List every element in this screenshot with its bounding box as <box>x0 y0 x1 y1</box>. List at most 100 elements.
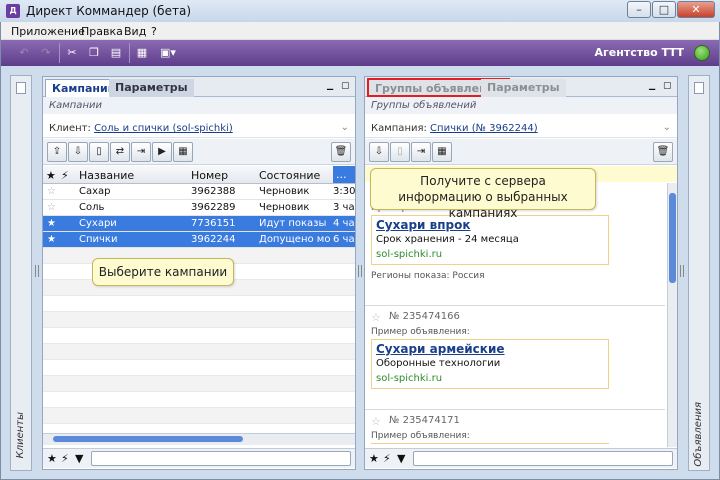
ads-side-panel[interactable]: Объявления <box>688 75 710 471</box>
menu-application[interactable]: Приложение <box>11 25 85 38</box>
empty-row <box>43 296 355 312</box>
flash-filter-icon[interactable]: ⚡ <box>61 452 69 465</box>
ad-title[interactable]: Сухари армейские <box>376 342 505 356</box>
campaigns-tab-strip: Кампании Параметры ▁ ▢ <box>43 77 355 97</box>
play-icon[interactable]: ▶ <box>152 142 172 162</box>
connection-status-icon[interactable] <box>694 45 710 61</box>
vertical-scrollbar[interactable] <box>667 183 677 447</box>
scroll-thumb[interactable] <box>669 193 676 283</box>
undo-icon[interactable]: ↶ <box>15 44 33 62</box>
new-document-icon[interactable]: ▯ <box>390 142 410 162</box>
empty-row <box>43 408 355 424</box>
campaign-name: Соль <box>79 202 105 213</box>
fetch-info-callout: Получите с сервера информацию о выбранны… <box>370 168 596 220</box>
maximize-button[interactable]: □ <box>652 1 676 18</box>
splitter-handle[interactable] <box>680 265 684 277</box>
campaign-time: 6 час <box>333 234 355 245</box>
campaign-name: Спички <box>79 234 118 245</box>
table-row[interactable]: ★ Сухари 7736151 Идут показы 4 час <box>43 216 355 232</box>
splitter-handle[interactable] <box>358 265 362 277</box>
filter-icon[interactable]: ▼ <box>75 452 83 465</box>
tab-group-parameters[interactable]: Параметры <box>481 79 566 97</box>
column-state[interactable]: Состояние <box>259 169 320 182</box>
pin-icon[interactable] <box>694 82 704 94</box>
download-icon[interactable]: ⇩ <box>68 142 88 162</box>
view-icon[interactable]: ▣▾ <box>155 44 181 62</box>
delete-icon[interactable]: 🗑 <box>653 142 673 162</box>
new-document-icon[interactable]: ▯ <box>89 142 109 162</box>
campaign-number: 3962244 <box>191 234 236 245</box>
client-link[interactable]: Соль и спички (sol-spichki) <box>94 123 233 134</box>
table-icon[interactable]: ▦ <box>133 44 151 62</box>
copy-campaign-icon[interactable]: ⇄ <box>110 142 130 162</box>
table-icon[interactable]: ▦ <box>173 142 193 162</box>
star-icon: ☆ <box>47 186 56 197</box>
table-row[interactable]: ★ Спички 3962244 Допущено моде6 час <box>43 232 355 248</box>
scroll-thumb[interactable] <box>53 436 243 442</box>
campaigns-search-input[interactable] <box>91 451 351 466</box>
menu-view[interactable]: Вид <box>124 25 146 38</box>
campaign-link[interactable]: Спички (№ 3962244) <box>430 123 538 134</box>
pin-icon[interactable] <box>16 82 26 94</box>
window-title: Директ Коммандер (бета) <box>26 4 191 18</box>
card-divider <box>365 305 665 306</box>
delete-icon[interactable]: 🗑 <box>331 142 351 162</box>
select-campaigns-callout: Выберите кампании <box>92 258 234 286</box>
copy-icon[interactable]: ❐ <box>85 44 103 62</box>
redo-icon[interactable]: ↷ <box>37 44 55 62</box>
maximize-panel-icon[interactable]: ▢ <box>663 81 673 91</box>
filter-icon[interactable]: ▼ <box>397 452 405 465</box>
download-icon[interactable]: ⇩ <box>369 142 389 162</box>
table-row[interactable]: ☆ Соль 3962289 Черновик 3 час <box>43 200 355 216</box>
column-number[interactable]: Номер <box>191 169 228 182</box>
star-column-icon[interactable]: ★ <box>46 169 56 182</box>
ad-example-label: Пример объявления: <box>371 431 470 441</box>
star-filter-icon[interactable]: ★ <box>47 452 57 465</box>
campaign-state: Идут показы <box>259 218 327 229</box>
empty-row <box>43 376 355 392</box>
expand-icon[interactable]: ⌄ <box>663 122 671 133</box>
menu-help[interactable]: ? <box>151 25 157 38</box>
minimize-panel-icon[interactable]: ▁ <box>327 81 337 91</box>
table-icon[interactable]: ▦ <box>432 142 452 162</box>
horizontal-scrollbar[interactable] <box>43 433 355 445</box>
campaign-state: Черновик <box>259 186 310 197</box>
paste-icon[interactable]: ▤ <box>107 44 125 62</box>
flash-column-icon[interactable]: ⚡ <box>61 169 69 182</box>
campaign-name: Сахар <box>79 186 111 197</box>
maximize-panel-icon[interactable]: ▢ <box>341 81 351 91</box>
campaign-label: Кампания: <box>371 123 427 134</box>
star-icon[interactable]: ☆ <box>371 311 381 324</box>
minimize-panel-icon[interactable]: ▁ <box>649 81 659 91</box>
export-icon[interactable]: ⇥ <box>131 142 151 162</box>
ad-url: sol-spichki.ru <box>376 249 443 260</box>
empty-row <box>43 344 355 360</box>
star-icon[interactable]: ☆ <box>371 415 381 428</box>
close-button[interactable]: ✕ <box>677 1 715 18</box>
campaigns-bottom-bar: ★ ⚡ ▼ <box>43 448 355 468</box>
minimize-button[interactable]: – <box>627 1 651 18</box>
campaign-number: 3962388 <box>191 186 236 197</box>
campaigns-subheader: Кампании <box>43 97 355 114</box>
splitter-handle[interactable] <box>35 265 39 277</box>
column-more[interactable]: ... <box>333 166 355 183</box>
groups-subheader: Группы объявлений <box>365 97 677 114</box>
star-filter-icon[interactable]: ★ <box>369 452 379 465</box>
flash-filter-icon[interactable]: ⚡ <box>383 452 391 465</box>
ad-text: Срок хранения - 24 месяца <box>376 234 519 245</box>
star-icon: ☆ <box>47 202 56 213</box>
column-name[interactable]: Название <box>79 169 134 182</box>
campaign-time: 4 час <box>333 218 355 229</box>
clients-side-panel[interactable]: Клиенты <box>10 75 32 471</box>
menu-edit[interactable]: Правка <box>81 25 123 38</box>
table-row[interactable]: ☆ Сахар 3962388 Черновик 3:30 <box>43 184 355 200</box>
agency-name[interactable]: Агентство ТТТ <box>595 46 684 59</box>
export-icon[interactable]: ⇥ <box>411 142 431 162</box>
upload-icon[interactable]: ⇪ <box>47 142 67 162</box>
ad-number: № 235474171 <box>389 415 460 426</box>
expand-icon[interactable]: ⌄ <box>341 122 349 133</box>
campaign-time: 3 час <box>333 202 355 213</box>
tab-parameters[interactable]: Параметры <box>109 79 194 97</box>
groups-search-input[interactable] <box>413 451 673 466</box>
cut-icon[interactable]: ✂ <box>63 44 81 62</box>
